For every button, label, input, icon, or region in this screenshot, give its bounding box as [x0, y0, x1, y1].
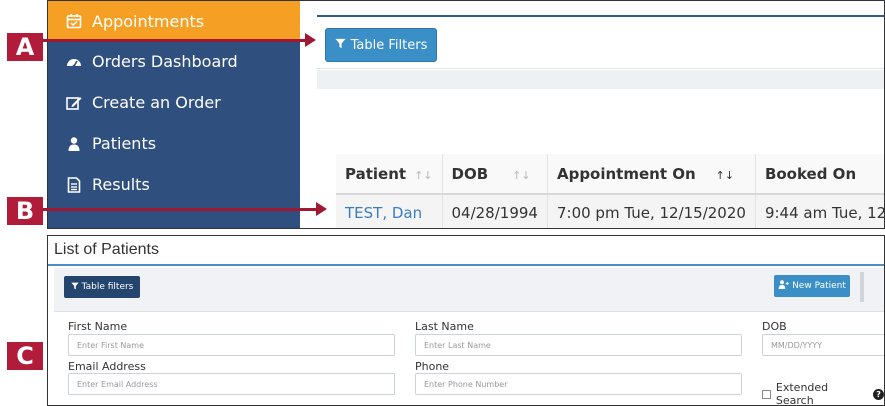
extended-search-checkbox[interactable] [762, 389, 771, 399]
column-header-booked-on[interactable]: Booked On↑↓ [755, 154, 884, 195]
appointments-main: Table Filters Patient ↑↓ DOB ↑↓ Appointmen… [300, 1, 884, 228]
table-filters-label: Table filters [81, 282, 134, 292]
phone-label: Phone [415, 360, 450, 373]
sidebar-item-label: Patients [92, 134, 157, 153]
sidebar-item-patients[interactable]: Patients [48, 123, 300, 164]
table-filters-button[interactable]: Table Filters [325, 28, 437, 62]
phone-input[interactable]: Enter Phone Number [415, 373, 742, 395]
table-filters-label: Table Filters [350, 37, 428, 53]
user-icon [66, 136, 82, 152]
scrollbar[interactable] [860, 272, 864, 302]
calendar-icon [66, 13, 82, 29]
new-patient-button[interactable]: New Patient [774, 275, 850, 297]
dashboard-icon [66, 54, 82, 70]
sidebar-item-label: Orders Dashboard [92, 52, 238, 71]
email-input[interactable]: Enter Email Address [68, 373, 395, 395]
new-patient-label: New Patient [792, 281, 846, 291]
list-of-patients-screen: List of Patients Table filters New Patie… [47, 235, 885, 406]
toolbar-separator [317, 70, 884, 89]
callout-a-arrowhead [305, 33, 316, 47]
table-row[interactable]: TEST, Dan 04/28/1994 7:00 pm Tue, 12/15/… [336, 194, 884, 228]
document-icon [66, 176, 82, 193]
callout-b-arrow [43, 208, 316, 211]
callout-b: B [7, 197, 43, 225]
extended-search-toggle[interactable]: Extended Search ? [762, 381, 884, 406]
sidebar-item-label: Results [92, 175, 150, 194]
extended-search-label: Extended Search [775, 381, 829, 406]
last-name-label: Last Name [415, 320, 474, 333]
first-name-input[interactable]: Enter First Name [68, 334, 395, 356]
email-label: Email Address [68, 360, 146, 373]
booked-on-cell: 9:44 am Tue, 12/15/2020 [755, 194, 884, 228]
appointment-on-cell: 7:00 pm Tue, 12/15/2020 [547, 194, 756, 228]
sidebar-item-results[interactable]: Results [48, 164, 300, 205]
callout-a: A [7, 33, 43, 61]
table-filters-button[interactable]: Table filters [64, 276, 140, 298]
column-header-dob[interactable]: DOB ↑↓ [442, 154, 548, 195]
sidebar: Appointments Orders Dashboard Create an … [48, 1, 300, 228]
filter-icon [335, 38, 346, 53]
callout-c: C [7, 342, 43, 370]
dob-cell: 04/28/1994 [442, 194, 548, 228]
dob-input[interactable]: MM/DD/YYYY [762, 334, 884, 356]
sort-ascending-icon: ↑↓ [715, 168, 735, 182]
sort-icon: ↑↓ [414, 168, 433, 182]
appointments-screen: Appointments Orders Dashboard Create an … [47, 0, 885, 229]
patients-toolbar: Table filters New Patient [54, 268, 884, 312]
sidebar-item-label: Create an Order [92, 93, 221, 112]
filter-icon [70, 282, 79, 293]
callout-b-arrowhead [316, 202, 327, 216]
add-user-icon [778, 280, 789, 292]
help-icon[interactable]: ? [873, 388, 884, 400]
patient-name-link[interactable]: TEST, Dan [336, 194, 443, 228]
sort-icon: ↑↓ [512, 168, 531, 182]
dob-label: DOB [762, 320, 787, 333]
column-header-patient[interactable]: Patient ↑↓ [336, 154, 443, 195]
callout-a-arrow [43, 39, 305, 42]
sidebar-item-create-order[interactable]: Create an Order [48, 82, 300, 123]
column-header-appointment-on[interactable]: Appointment On ↑↓ [547, 154, 756, 195]
edit-icon [66, 95, 82, 111]
table-header-row: Patient ↑↓ DOB ↑↓ Appointment On ↑↓ Booked … [336, 154, 884, 195]
sidebar-item-label: Appointments [92, 11, 205, 31]
appointments-table: Patient ↑↓ DOB ↑↓ Appointment On ↑↓ Booked … [336, 154, 884, 228]
sidebar-item-appointments[interactable]: Appointments [48, 1, 300, 41]
last-name-input[interactable]: Enter Last Name [415, 334, 742, 356]
page-title: List of Patients [48, 236, 884, 266]
sidebar-item-orders-dashboard[interactable]: Orders Dashboard [48, 41, 300, 82]
first-name-label: First Name [68, 320, 128, 333]
